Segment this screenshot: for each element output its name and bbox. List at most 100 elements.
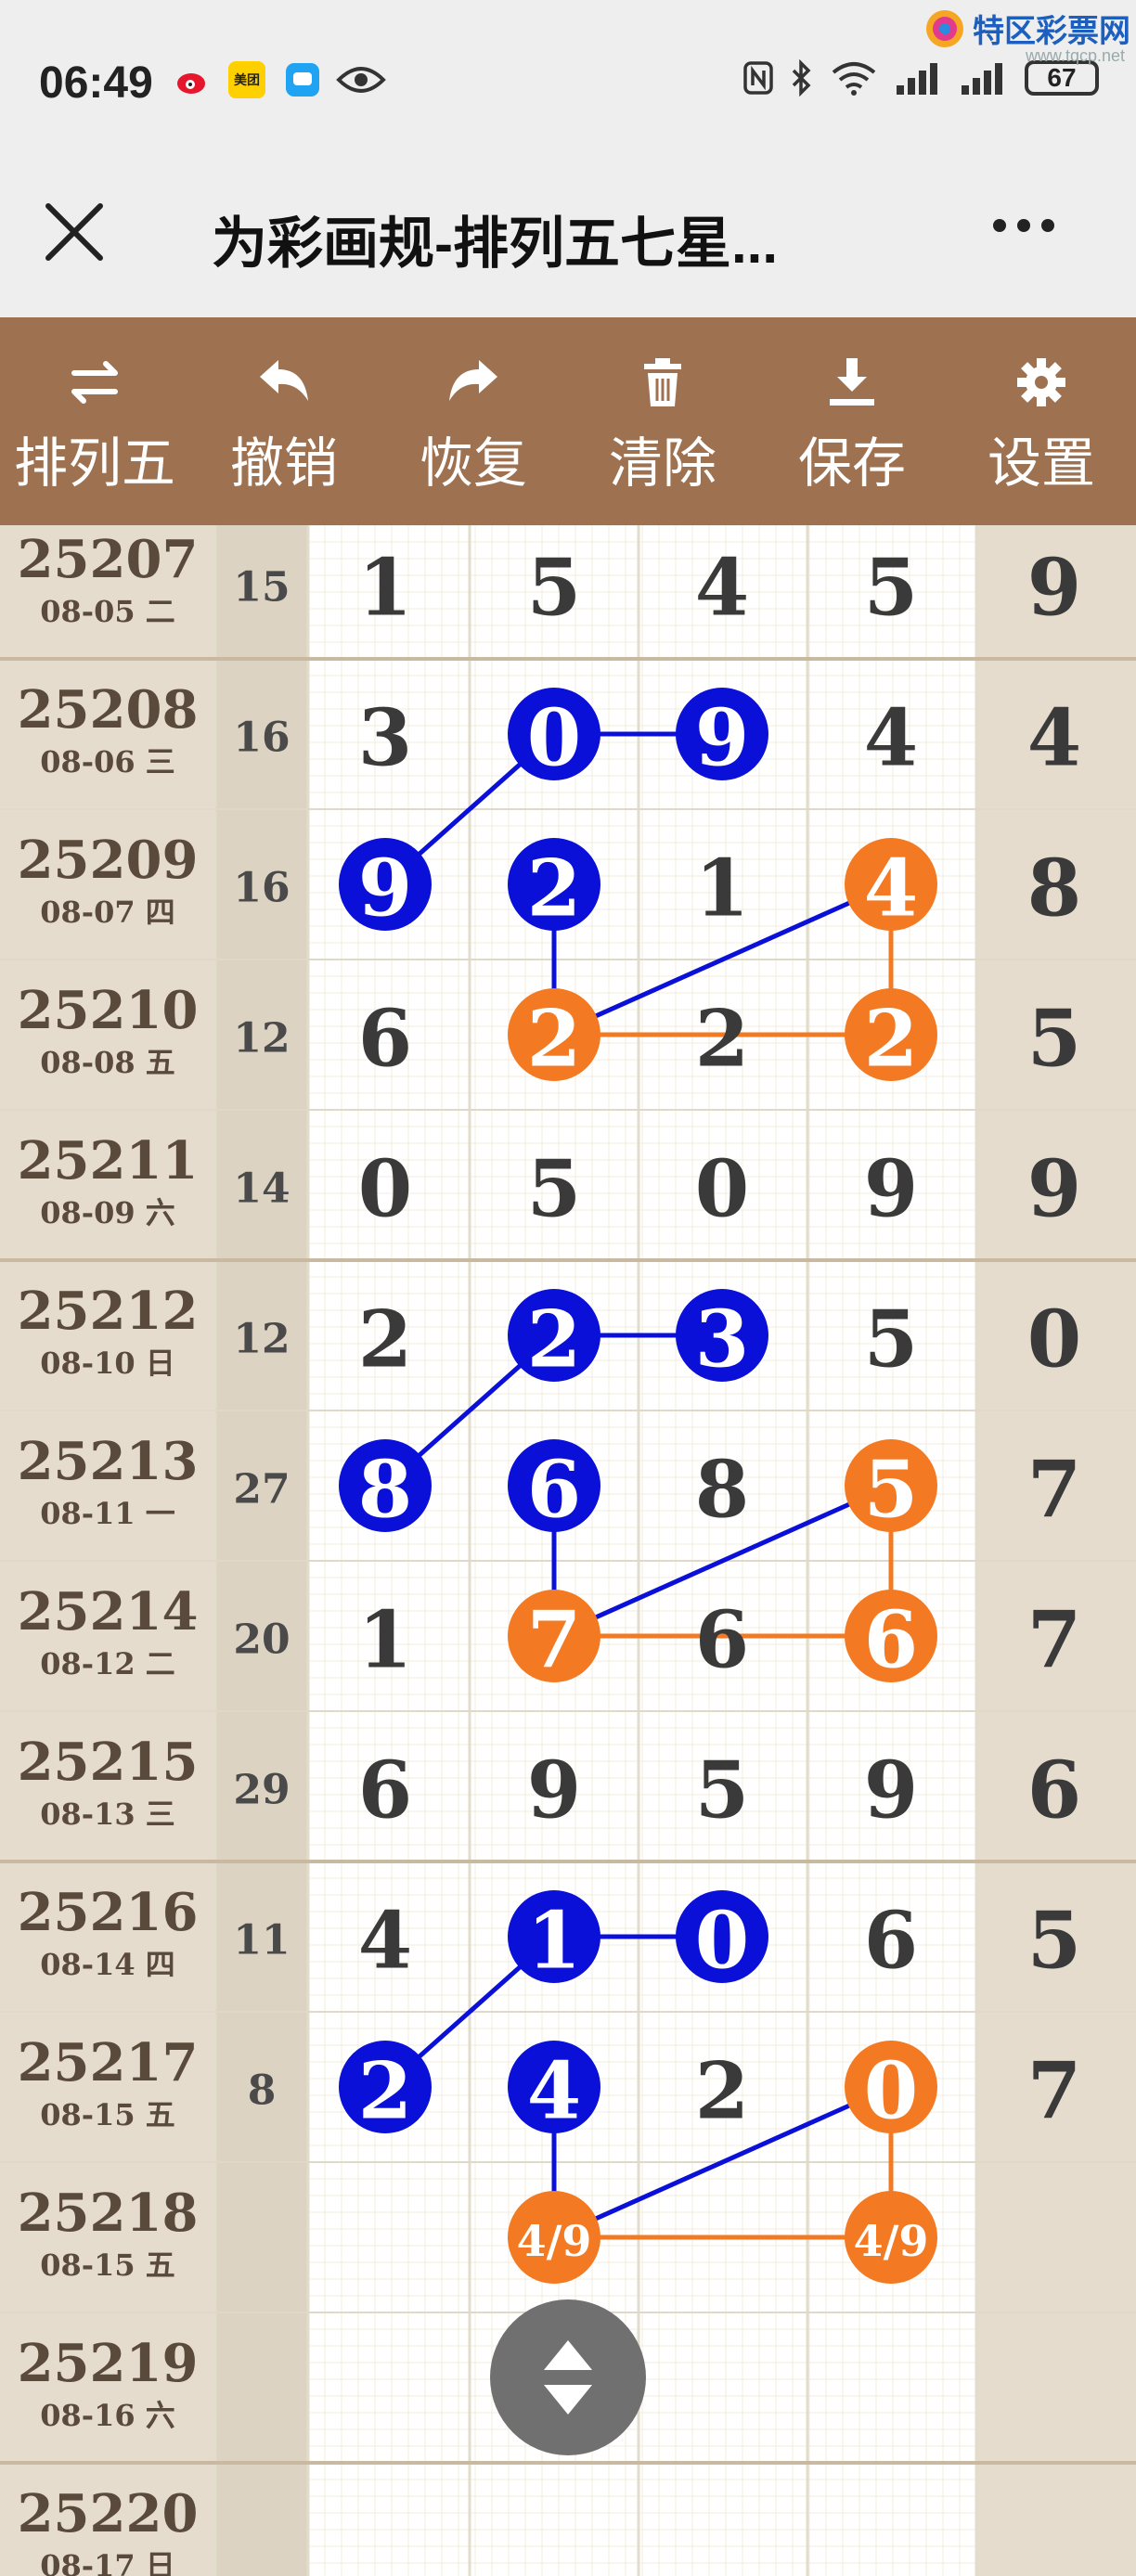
digit-cell[interactable]: 2 bbox=[527, 993, 581, 1085]
digit-cell[interactable]: 1 bbox=[358, 542, 412, 634]
scroll-button[interactable] bbox=[490, 2299, 646, 2455]
digit-cell[interactable]: 5 bbox=[864, 1444, 918, 1536]
digit-cell-last[interactable]: 9 bbox=[1027, 1143, 1081, 1235]
meituan-icon: 美团 bbox=[228, 61, 265, 98]
toolbar-label: 排列五 bbox=[13, 433, 175, 494]
digit-cell-last[interactable]: 7 bbox=[1027, 1594, 1081, 1686]
digit-cell[interactable]: 4/9 bbox=[517, 2216, 592, 2266]
digit-cell-last[interactable]: 9 bbox=[1027, 542, 1081, 634]
digit-cell[interactable]: 9 bbox=[358, 843, 412, 934]
eye-icon bbox=[336, 67, 386, 93]
digit-cell[interactable]: 9 bbox=[527, 1745, 581, 1836]
digit-cell-last[interactable]: 7 bbox=[1027, 1444, 1081, 1536]
digit-cell[interactable]: 7 bbox=[527, 1594, 581, 1686]
digit-cell[interactable]: 0 bbox=[695, 1895, 749, 1987]
digit-cell[interactable]: 6 bbox=[695, 1594, 749, 1686]
toolbar-button-undo[interactable]: 撤销 bbox=[189, 317, 379, 525]
digit-cell[interactable]: 4 bbox=[864, 692, 918, 784]
digit-cell[interactable]: 4 bbox=[527, 2045, 581, 2137]
issue-number: 25215 bbox=[18, 1732, 199, 1793]
digit-cell[interactable]: 2 bbox=[358, 1294, 412, 1385]
issue-date: 08-16 六 bbox=[40, 2398, 175, 2433]
digit-cell[interactable]: 6 bbox=[527, 1444, 581, 1536]
issue-number: 25214 bbox=[18, 1581, 199, 1642]
nfc-icon bbox=[743, 61, 773, 95]
digit-cell[interactable]: 5 bbox=[864, 1294, 918, 1385]
digit-cell[interactable]: 9 bbox=[864, 1745, 918, 1836]
toolbar-button-redo[interactable]: 恢复 bbox=[379, 317, 568, 525]
draw-grid[interactable]: 2520708-05 二15 1 5 4 5 92520808-06 三16 3 0 9 4 425… bbox=[0, 525, 1136, 2576]
scroll-updown-icon bbox=[544, 2340, 592, 2415]
digit-cell[interactable]: 1 bbox=[358, 1594, 412, 1686]
sum-value: 15 bbox=[233, 564, 290, 612]
digit-cell[interactable]: 4/9 bbox=[854, 2216, 929, 2266]
digit-cell[interactable]: 6 bbox=[864, 1594, 918, 1686]
issue-date: 08-10 日 bbox=[40, 1346, 175, 1381]
issue-date: 08-12 二 bbox=[40, 1646, 175, 1681]
digit-cell[interactable]: 4 bbox=[695, 542, 749, 634]
more-menu-button[interactable] bbox=[993, 219, 1054, 232]
undo-icon bbox=[260, 360, 308, 401]
gear-icon bbox=[1017, 358, 1065, 406]
digit-cell-last[interactable]: 7 bbox=[1027, 2045, 1081, 2137]
digit-cell[interactable]: 2 bbox=[358, 2045, 412, 2137]
sum-value: 12 bbox=[233, 1316, 290, 1363]
status-bar: 06:49 美团 67 特区彩票网 www.tqcp.net bbox=[0, 0, 1136, 169]
issue-number: 25217 bbox=[18, 2032, 199, 2093]
toolbar-button-clear[interactable]: 清除 bbox=[568, 317, 757, 525]
digit-cell-last[interactable]: 5 bbox=[1027, 1895, 1081, 1987]
issue-number: 25213 bbox=[18, 1431, 199, 1492]
digit-cell[interactable]: 6 bbox=[358, 1745, 412, 1836]
digit-cell[interactable]: 2 bbox=[864, 993, 918, 1085]
page-title: 为彩画规-排列五七星... bbox=[212, 213, 778, 275]
last-column-bg bbox=[976, 525, 1136, 2576]
issue-number: 25211 bbox=[18, 1130, 199, 1191]
chat-icon bbox=[286, 63, 319, 97]
digit-cell[interactable]: 6 bbox=[358, 993, 412, 1085]
toolbar-button-save[interactable]: 保存 bbox=[757, 317, 947, 525]
close-icon[interactable] bbox=[37, 195, 111, 269]
digit-cell[interactable]: 5 bbox=[527, 1143, 581, 1235]
issue-date: 08-15 五 bbox=[40, 2097, 175, 2132]
digit-cell[interactable]: 0 bbox=[527, 692, 581, 784]
digit-cell[interactable]: 0 bbox=[695, 1143, 749, 1235]
digit-cell-last[interactable]: 0 bbox=[1027, 1294, 1081, 1385]
watermark: 特区彩票网 www.tqcp.net bbox=[924, 6, 1130, 65]
issue-number: 25209 bbox=[18, 830, 199, 891]
digit-cell-last[interactable]: 4 bbox=[1027, 692, 1081, 784]
issue-date: 08-06 三 bbox=[40, 744, 175, 779]
digit-cell[interactable]: 5 bbox=[527, 542, 581, 634]
digit-cell[interactable]: 5 bbox=[695, 1745, 749, 1836]
digit-cell[interactable]: 4 bbox=[358, 1895, 412, 1987]
digit-cell[interactable]: 6 bbox=[864, 1895, 918, 1987]
digit-cell[interactable]: 8 bbox=[695, 1444, 749, 1536]
issue-date: 08-13 三 bbox=[40, 1797, 175, 1832]
digit-cell[interactable]: 1 bbox=[695, 843, 749, 934]
digit-cell[interactable]: 2 bbox=[695, 2045, 749, 2137]
sum-value: 12 bbox=[233, 1015, 290, 1063]
digit-cell[interactable]: 0 bbox=[864, 2045, 918, 2137]
toolbar-button-settings[interactable]: 设置 bbox=[947, 317, 1136, 525]
digit-cell[interactable]: 5 bbox=[864, 542, 918, 634]
digit-cell[interactable]: 3 bbox=[695, 1294, 749, 1385]
issue-number: 25210 bbox=[18, 980, 199, 1041]
digit-cell[interactable]: 3 bbox=[358, 692, 412, 784]
digit-cell[interactable]: 0 bbox=[358, 1143, 412, 1235]
sum-value: 27 bbox=[233, 1466, 290, 1513]
digit-cell[interactable]: 9 bbox=[864, 1143, 918, 1235]
digit-cell-last[interactable]: 6 bbox=[1027, 1745, 1081, 1836]
digit-cell[interactable]: 4 bbox=[864, 843, 918, 934]
digit-cell[interactable]: 8 bbox=[358, 1444, 412, 1536]
digit-cell-last[interactable]: 5 bbox=[1027, 993, 1081, 1085]
digit-cell[interactable]: 2 bbox=[695, 993, 749, 1085]
digit-cell[interactable]: 9 bbox=[695, 692, 749, 784]
digit-cell[interactable]: 2 bbox=[527, 1294, 581, 1385]
digit-cell[interactable]: 1 bbox=[527, 1895, 581, 1987]
digit-cell[interactable]: 2 bbox=[527, 843, 581, 934]
swap-icon bbox=[71, 361, 118, 404]
issue-date: 08-14 四 bbox=[40, 1947, 175, 1982]
wifi-icon bbox=[832, 62, 876, 96]
toolbar-button-lottery-type[interactable]: 排列五 bbox=[0, 317, 189, 525]
signal-icon bbox=[897, 63, 937, 95]
digit-cell-last[interactable]: 8 bbox=[1027, 843, 1081, 934]
